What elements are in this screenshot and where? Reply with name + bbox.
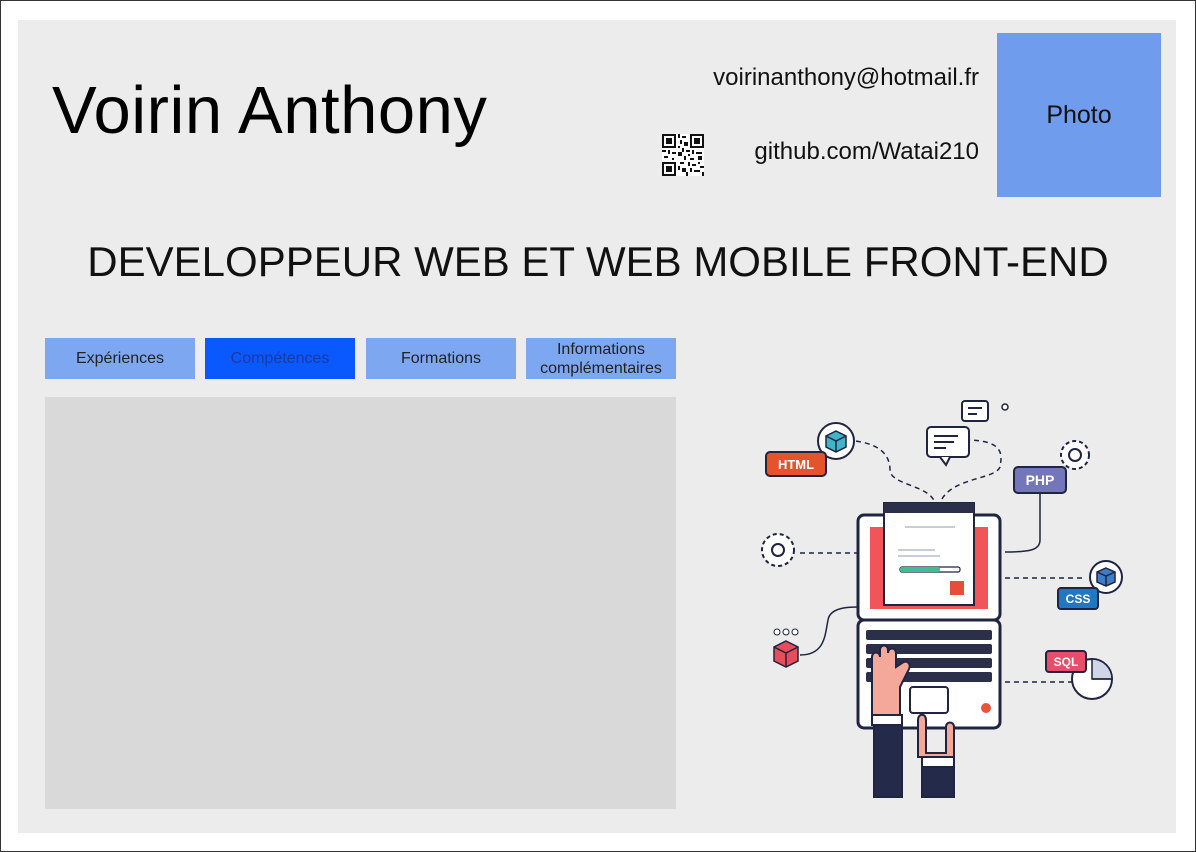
tab-informations-complementaires[interactable]: Informations complémentaires <box>526 338 676 379</box>
candidate-name: Voirin Anthony <box>52 73 488 148</box>
photo-label: Photo <box>1046 100 1112 129</box>
tab-label: Formations <box>400 350 482 367</box>
tab-experiences[interactable]: Expériences <box>45 338 195 379</box>
job-title: DEVELOPPEUR WEB ET WEB MOBILE FRONT-END <box>87 238 1109 285</box>
sql-badge-label: SQL <box>1054 655 1079 669</box>
photo-placeholder: Photo <box>997 33 1161 197</box>
gear-icon <box>761 533 795 567</box>
developer-laptop-illustration: HTML PHP CSS SQL <box>761 400 1123 798</box>
php-badge-label: PHP <box>1026 472 1055 488</box>
tab-label: Expériences <box>75 350 165 367</box>
php-badge: PHP <box>1013 466 1067 494</box>
gear-icon <box>1060 440 1090 470</box>
html-badge: HTML <box>765 451 827 477</box>
html-badge-label: HTML <box>778 457 814 472</box>
email-address[interactable]: voirinanthony@hotmail.fr <box>713 64 979 92</box>
css-badge: CSS <box>1057 587 1099 610</box>
tab-label: Compétences <box>230 350 330 367</box>
tab-label: Informations complémentaires <box>540 340 662 377</box>
cube-icon <box>773 628 799 668</box>
css-badge-label: CSS <box>1066 592 1091 606</box>
tab-formations[interactable]: Formations <box>366 338 516 379</box>
chat-bubble-icon <box>961 400 989 422</box>
tab-content-panel <box>45 397 676 809</box>
tab-competences[interactable]: Compétences <box>205 338 355 379</box>
sql-badge: SQL <box>1045 650 1087 673</box>
chat-bubble-icon <box>926 426 970 467</box>
qr-code-icon[interactable] <box>662 134 704 176</box>
github-link[interactable]: github.com/Watai210 <box>754 138 979 166</box>
